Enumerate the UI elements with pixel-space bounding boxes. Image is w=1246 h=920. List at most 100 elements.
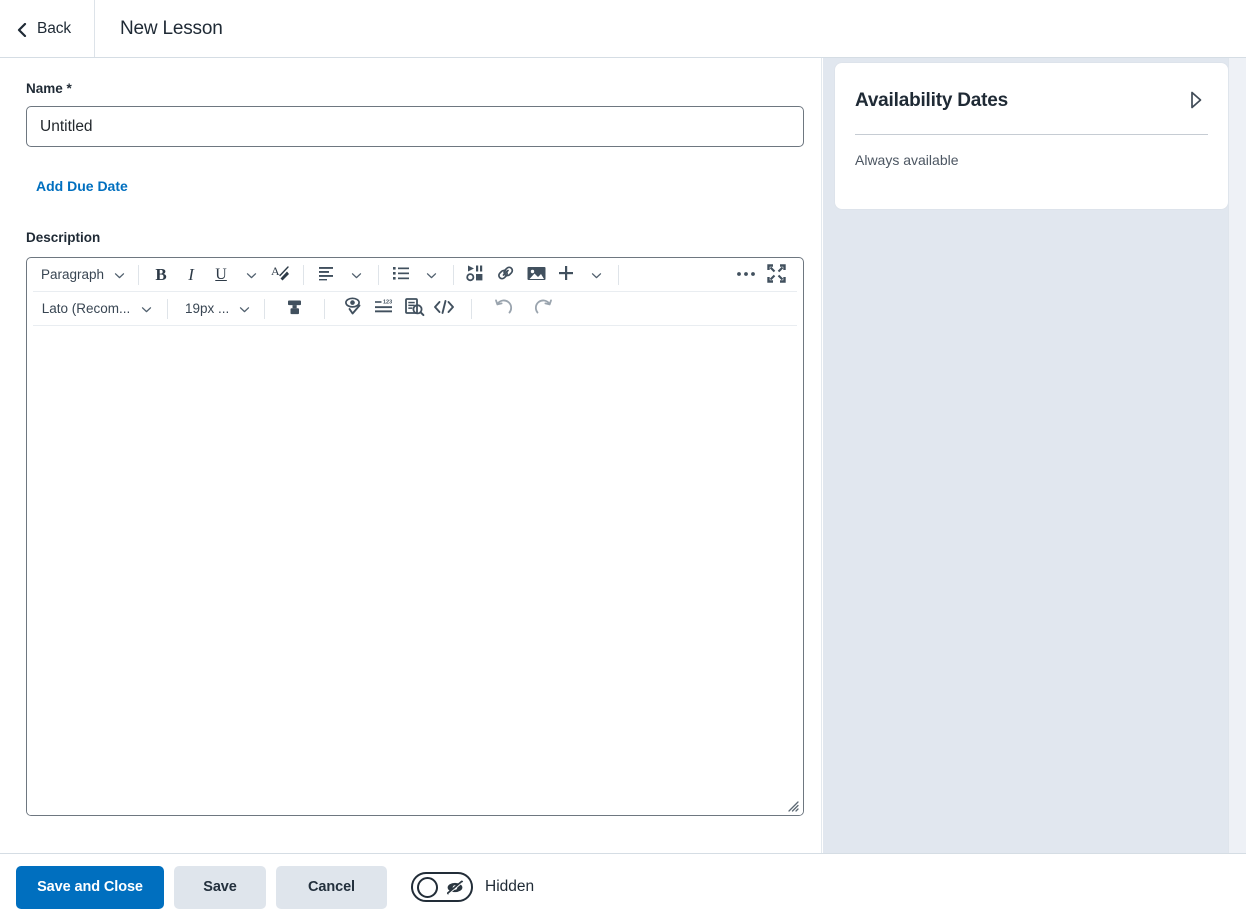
visibility-toggle-label: Hidden bbox=[485, 878, 535, 895]
plus-icon bbox=[557, 264, 575, 285]
clear-formatting-icon: A bbox=[271, 264, 291, 285]
insert-image-icon bbox=[526, 264, 547, 285]
font-family-select[interactable]: Lato (Recom... bbox=[33, 294, 158, 324]
name-field-label: Name * bbox=[26, 81, 72, 96]
preview-icon bbox=[404, 297, 425, 320]
font-family-value: Lato (Recom... bbox=[41, 301, 131, 316]
fullscreen-icon bbox=[766, 263, 786, 286]
toolbar-separator bbox=[453, 264, 455, 285]
html-source-button[interactable] bbox=[429, 294, 459, 324]
availability-status: Always available bbox=[855, 152, 959, 168]
save-button[interactable]: Save bbox=[174, 865, 266, 909]
chevron-down-icon bbox=[114, 269, 125, 280]
resize-grip-icon[interactable] bbox=[785, 798, 799, 812]
name-input[interactable] bbox=[26, 106, 804, 147]
description-editor: Paragraph B I U A Lato (Recom... 19px ..… bbox=[26, 257, 804, 816]
bulleted-list-button[interactable] bbox=[386, 260, 416, 290]
highlight-color-button[interactable] bbox=[280, 294, 310, 324]
new-lesson-page: Back New Lesson Name * Add Due Date Desc… bbox=[0, 0, 1246, 920]
chevron-left-icon bbox=[16, 22, 28, 37]
bulleted-list-icon bbox=[392, 265, 410, 284]
editor-content-area[interactable] bbox=[27, 327, 803, 815]
chevron-down-icon bbox=[246, 269, 257, 280]
list-options-button[interactable] bbox=[416, 260, 446, 290]
chevron-down-icon bbox=[239, 303, 250, 314]
insert-more-options-button[interactable] bbox=[581, 260, 611, 290]
accessibility-checker-button[interactable] bbox=[339, 294, 369, 324]
insert-image-button[interactable] bbox=[521, 260, 551, 290]
align-options-button[interactable] bbox=[341, 260, 371, 290]
font-size-value: 19px ... bbox=[185, 301, 230, 316]
expand-triangle-icon bbox=[1189, 91, 1203, 112]
chevron-down-icon bbox=[351, 269, 362, 280]
name-label-text: Name bbox=[26, 81, 63, 96]
side-panel: Availability Dates Always available bbox=[823, 58, 1228, 853]
word-count-button[interactable]: 123 bbox=[369, 294, 399, 324]
fullscreen-button[interactable] bbox=[761, 260, 791, 290]
editor-toolbar-row-2: Lato (Recom... 19px ... 123 bbox=[33, 292, 797, 326]
toolbar-separator bbox=[167, 298, 168, 319]
required-asterisk: * bbox=[66, 81, 72, 96]
toolbar-separator bbox=[264, 298, 265, 319]
underline-icon: U bbox=[215, 265, 227, 283]
align-button[interactable] bbox=[311, 260, 341, 290]
html-source-icon bbox=[433, 299, 455, 318]
availability-expand-button[interactable] bbox=[1186, 90, 1206, 112]
align-left-icon bbox=[317, 265, 335, 284]
underline-options-button[interactable] bbox=[236, 260, 266, 290]
availability-header: Availability Dates bbox=[835, 63, 1228, 112]
availability-title: Availability Dates bbox=[855, 90, 1009, 111]
toolbar-separator bbox=[471, 298, 472, 319]
cancel-button[interactable]: Cancel bbox=[276, 865, 387, 909]
toolbar-separator bbox=[138, 264, 140, 285]
back-button[interactable]: Back bbox=[0, 0, 95, 57]
bold-icon: B bbox=[155, 264, 167, 284]
editor-toolbar-row-1: Paragraph B I U A bbox=[33, 258, 797, 292]
visibility-toggle-group: Hidden bbox=[411, 872, 534, 902]
redo-button[interactable] bbox=[528, 294, 558, 324]
undo-button[interactable] bbox=[488, 294, 518, 324]
quicklink-button[interactable] bbox=[491, 260, 521, 290]
toolbar-separator bbox=[303, 264, 305, 285]
more-options-icon bbox=[735, 267, 757, 282]
add-due-date-button[interactable]: Add Due Date bbox=[36, 178, 128, 194]
page-body: Name * Add Due Date Description Paragrap… bbox=[0, 58, 1246, 853]
clear-formatting-button[interactable]: A bbox=[266, 260, 296, 290]
save-and-close-button[interactable]: Save and Close bbox=[16, 865, 164, 909]
italic-icon: I bbox=[188, 264, 194, 284]
undo-icon bbox=[493, 298, 514, 320]
insert-more-button[interactable] bbox=[551, 260, 581, 290]
accessibility-checker-icon bbox=[344, 297, 365, 320]
bold-button[interactable]: B bbox=[146, 260, 176, 290]
form-column: Name * Add Due Date Description Paragrap… bbox=[0, 58, 822, 853]
page-header: Back New Lesson bbox=[0, 0, 1246, 58]
toolbar-separator bbox=[618, 264, 620, 285]
paragraph-style-select[interactable]: Paragraph bbox=[33, 260, 131, 290]
insert-stuff-icon bbox=[466, 264, 486, 285]
svg-text:123: 123 bbox=[383, 299, 392, 305]
paragraph-style-value: Paragraph bbox=[41, 267, 105, 282]
visibility-toggle[interactable] bbox=[411, 872, 473, 902]
toggle-knob bbox=[417, 876, 438, 898]
highlight-color-icon bbox=[285, 298, 305, 320]
chevron-down-icon bbox=[141, 303, 152, 314]
preview-button[interactable] bbox=[399, 294, 429, 324]
eye-slash-icon bbox=[445, 880, 465, 895]
insert-stuff-button[interactable] bbox=[461, 260, 491, 290]
back-label: Back bbox=[37, 19, 72, 37]
svg-text:A: A bbox=[271, 264, 280, 278]
toolbar-separator bbox=[378, 264, 380, 285]
page-footer: Save and Close Save Cancel Hidden bbox=[0, 853, 1246, 920]
redo-icon bbox=[533, 298, 554, 320]
word-count-icon: 123 bbox=[373, 298, 395, 320]
availability-dates-card: Availability Dates Always available bbox=[835, 63, 1228, 209]
page-scrollbar[interactable] bbox=[1228, 58, 1246, 853]
description-field-label: Description bbox=[26, 230, 101, 245]
chevron-down-icon bbox=[426, 269, 437, 280]
underline-button[interactable]: U bbox=[206, 260, 236, 290]
font-size-select[interactable]: 19px ... bbox=[177, 294, 255, 324]
toolbar-separator bbox=[324, 298, 325, 319]
more-options-button[interactable] bbox=[731, 260, 761, 290]
italic-button[interactable]: I bbox=[176, 260, 206, 290]
chevron-down-icon bbox=[591, 269, 602, 280]
